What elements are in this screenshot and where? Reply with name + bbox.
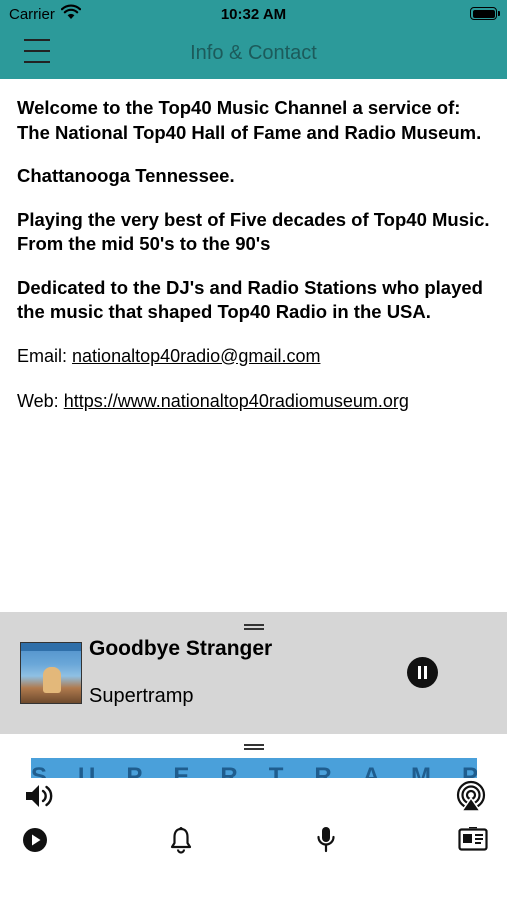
top-bar: Carrier 10:32 AM Info & Contact <box>0 0 507 79</box>
album-cover <box>20 642 82 704</box>
artist-banner-text: SUPERTRAMP <box>31 763 477 779</box>
dedication-paragraph: Dedicated to the DJ's and Radio Stations… <box>17 276 483 323</box>
pause-button[interactable] <box>407 657 438 688</box>
volume-icon[interactable] <box>24 782 54 810</box>
web-label: Web: <box>17 390 59 411</box>
page-title: Info & Contact <box>190 42 317 64</box>
bell-icon[interactable] <box>169 826 193 854</box>
welcome-paragraph: Welcome to the Top40 Music Channel a ser… <box>17 96 492 145</box>
playing-paragraph: Playing the very best of Five decades of… <box>17 208 490 255</box>
sheet-drag-handle[interactable] <box>244 744 264 750</box>
web-link[interactable]: https://www.nationaltop40radiomuseum.org <box>64 391 409 411</box>
drag-handle[interactable] <box>244 624 264 630</box>
microphone-icon[interactable] <box>315 825 337 853</box>
email-link[interactable]: nationaltop40radio@gmail.com <box>72 346 320 366</box>
museum-line: The National Top40 Hall of Fame and Radi… <box>17 121 482 143</box>
email-row: Email: nationaltop40radio@gmail.com <box>17 344 492 368</box>
song-title: Goodbye Stranger <box>89 637 273 660</box>
status-bar: Carrier 10:32 AM <box>0 0 507 28</box>
status-time: 10:32 AM <box>220 6 287 23</box>
email-label: Email: <box>17 345 68 366</box>
artist-name: Supertramp <box>89 685 194 707</box>
artist-banner: SUPERTRAMP <box>31 758 477 778</box>
info-content: Welcome to the Top40 Music Channel a ser… <box>17 96 492 434</box>
location-paragraph: Chattanooga Tennessee. <box>17 165 235 186</box>
web-row: Web: https://www.nationaltop40radiomuseu… <box>17 389 492 413</box>
welcome-line: Welcome to the Top40 Music Channel a ser… <box>17 97 461 118</box>
contact-card-icon[interactable] <box>458 827 488 851</box>
battery-icon <box>470 7 500 20</box>
play-icon[interactable] <box>22 827 48 853</box>
airplay-icon[interactable] <box>455 780 487 812</box>
